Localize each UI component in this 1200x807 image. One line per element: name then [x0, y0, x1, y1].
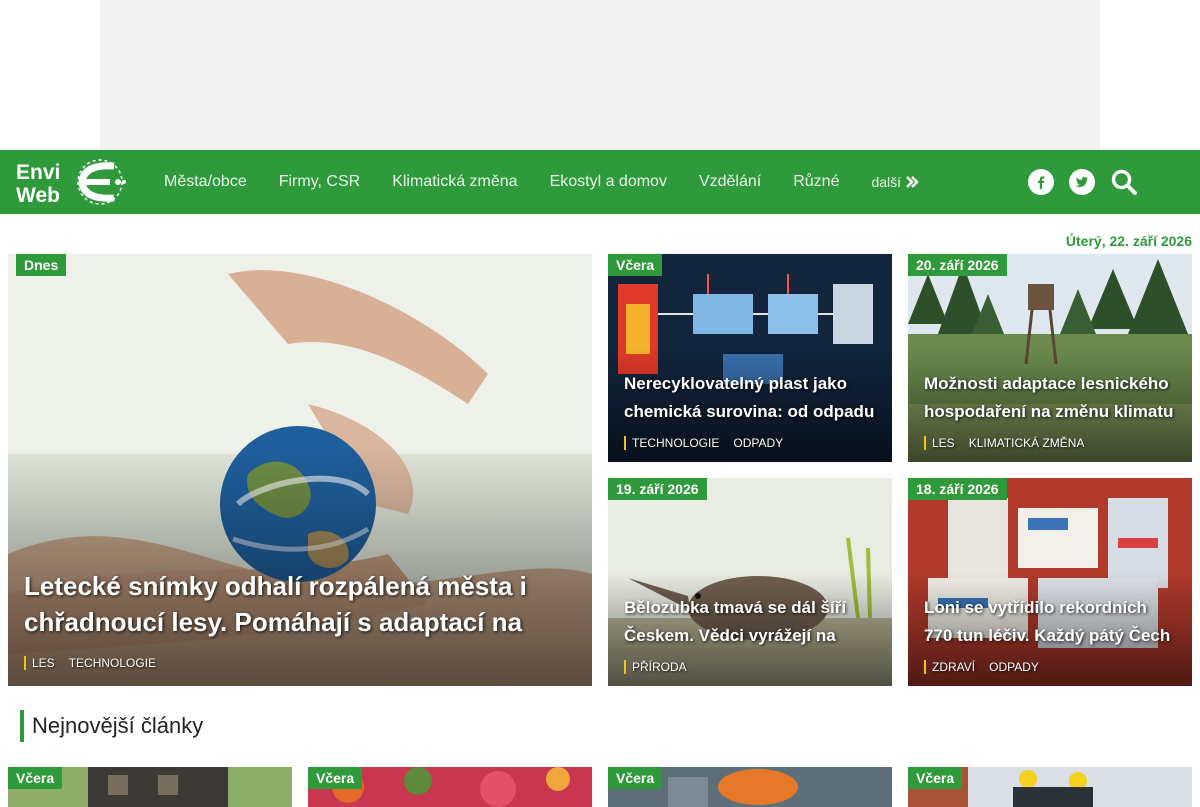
newest-article-card[interactable]: Včera — [608, 767, 892, 807]
facebook-icon — [1038, 176, 1045, 189]
card-date-badge: Včera — [8, 767, 63, 789]
article-card-leciva[interactable]: 18. září 2026 Loni se vytřídilo rekordní… — [908, 478, 1192, 686]
hero-title[interactable]: Letecké snímky odhalí rozpálená města i … — [24, 568, 564, 640]
nav-item-ekostyl-a-domov[interactable]: Ekostyl a domov — [534, 173, 683, 191]
card-date-badge: Včera — [608, 767, 663, 789]
card-gradient-overlay — [908, 478, 1192, 686]
tag-zdravi[interactable]: ZDRAVÍ — [924, 660, 975, 674]
nav-more-label: další — [871, 174, 902, 190]
newest-article-card[interactable]: Včera — [8, 767, 292, 807]
tag-technologie[interactable]: TECHNOLOGIE — [69, 656, 156, 670]
current-date: Úterý, 22. září 2026 — [1065, 233, 1192, 249]
twitter-button[interactable] — [1069, 169, 1095, 195]
hero-tags: LES TECHNOLOGIE — [24, 656, 156, 670]
envi-web-logo[interactable]: Envi Web — [14, 158, 132, 207]
card-title[interactable]: Loni se vytřídilo rekordních 770 tun léč… — [924, 594, 1180, 650]
tag-odpady[interactable]: ODPADY — [989, 660, 1039, 674]
tag-klimaticka-zmena[interactable]: KLIMATICKÁ ZMĚNA — [969, 436, 1085, 450]
article-card-plast[interactable]: Včera Nerecyklovatelný plast jako chemic… — [608, 254, 892, 462]
hero-date-badge: Dnes — [16, 254, 67, 276]
tag-les[interactable]: LES — [24, 656, 55, 670]
tag-priroda[interactable]: PŘÍRODA — [624, 660, 687, 674]
search-icon — [1111, 169, 1137, 195]
nav-menu: Města/obce Firmy, CSR Klimatická změna E… — [148, 150, 935, 214]
nav-item-klimaticka-zmena[interactable]: Klimatická změna — [376, 173, 533, 191]
card-gradient-overlay — [908, 254, 1192, 462]
card-title[interactable]: Nerecyklovatelný plast jako chemická sur… — [624, 370, 880, 426]
card-title[interactable]: Bělozubka tmavá se dál šíří Českem. Vědc… — [624, 594, 880, 650]
main-navbar: Envi Web Města/obce Firmy, CSR Klimatick… — [0, 150, 1200, 214]
svg-text:Web: Web — [16, 184, 60, 206]
card-date-badge: Včera — [308, 767, 363, 789]
section-title-newest: Nejnovější články — [20, 710, 203, 742]
svg-text:Envi: Envi — [16, 161, 60, 184]
twitter-icon — [1075, 177, 1088, 187]
double-chevron-right-icon — [906, 176, 919, 188]
card-tags: LES KLIMATICKÁ ZMĚNA — [924, 436, 1084, 450]
ad-banner-placeholder — [100, 0, 1100, 150]
card-date-badge: 20. září 2026 — [908, 254, 1007, 276]
card-date-badge: Včera — [908, 767, 963, 789]
newest-article-card[interactable]: Včera — [308, 767, 592, 807]
search-button[interactable] — [1110, 168, 1138, 196]
card-tags: PŘÍRODA — [624, 660, 687, 674]
tag-technologie[interactable]: TECHNOLOGIE — [624, 436, 719, 450]
nav-item-ruzne[interactable]: Různé — [777, 173, 855, 191]
card-title[interactable]: Možnosti adaptace lesnického hospodaření… — [924, 370, 1180, 426]
hero-article-card[interactable]: Dnes Letecké snímky odhalí rozpálená měs… — [8, 254, 592, 686]
nav-more-button[interactable]: další — [855, 174, 935, 190]
card-gradient-overlay — [608, 478, 892, 686]
facebook-button[interactable] — [1028, 169, 1054, 195]
article-card-belozubka[interactable]: 19. září 2026 Bělozubka tmavá se dál šíř… — [608, 478, 892, 686]
card-date-badge: 19. září 2026 — [608, 478, 707, 500]
tag-odpady[interactable]: ODPADY — [733, 436, 783, 450]
card-date-badge: Včera — [608, 254, 663, 276]
article-card-les-adaptace[interactable]: 20. září 2026 Možnosti adaptace lesnické… — [908, 254, 1192, 462]
newest-article-card[interactable]: Včera — [908, 767, 1192, 807]
nav-item-mesta-obce[interactable]: Města/obce — [148, 173, 263, 191]
nav-item-vzdelani[interactable]: Vzdělání — [683, 173, 777, 191]
nav-item-firmy-csr[interactable]: Firmy, CSR — [263, 173, 376, 191]
card-date-badge: 18. září 2026 — [908, 478, 1007, 500]
card-tags: ZDRAVÍ ODPADY — [924, 660, 1039, 674]
card-tags: TECHNOLOGIE ODPADY — [624, 436, 783, 450]
card-gradient-overlay — [608, 254, 892, 462]
tag-les[interactable]: LES — [924, 436, 955, 450]
